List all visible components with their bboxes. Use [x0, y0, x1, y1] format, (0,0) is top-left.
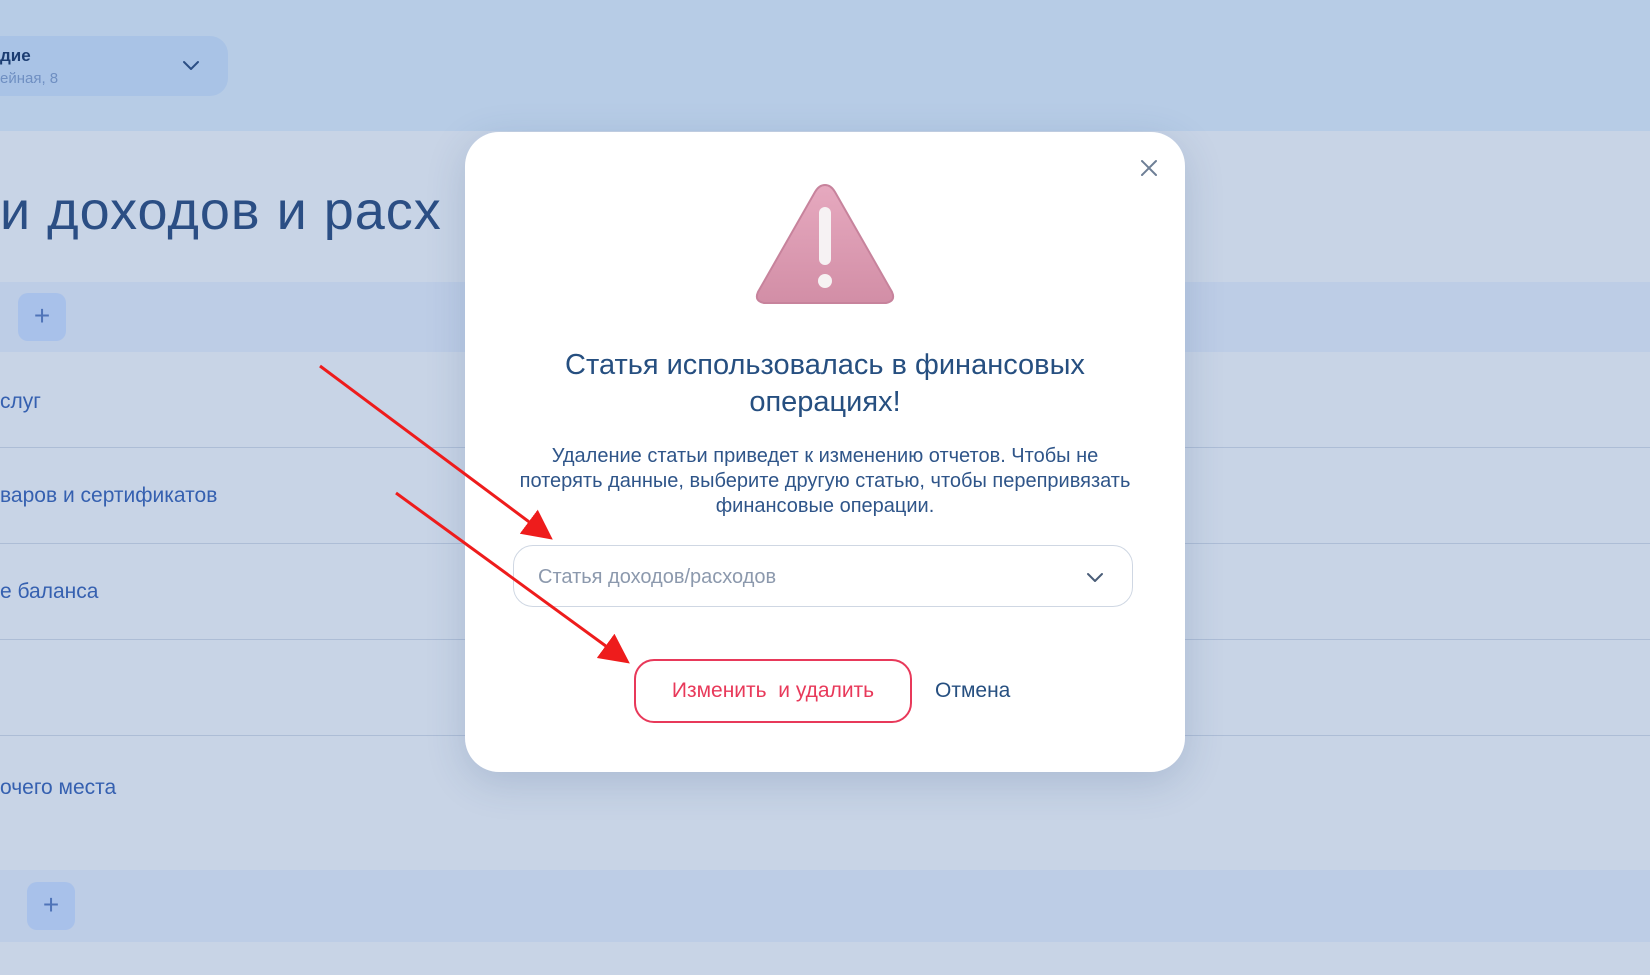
section-header-band: [0, 870, 1650, 942]
add-item-button[interactable]: +: [27, 882, 75, 930]
salon-selector[interactable]: дие ейная, 8: [0, 36, 228, 96]
chevron-down-icon: [183, 61, 199, 70]
warning-triangle-icon: [755, 183, 895, 304]
dialog-title: Статья использовалась в финансовых опера…: [565, 349, 1085, 418]
chevron-down-icon: [1087, 573, 1103, 582]
salon-address: ейная, 8: [0, 70, 59, 87]
article-select-placeholder: Статья доходов/расходов: [538, 566, 777, 588]
close-icon[interactable]: [1135, 154, 1163, 182]
dialog-description: Удаление статьи приведет к изменению отч…: [519, 445, 1131, 517]
delete-article-dialog: Статья использовалась в финансовых опера…: [465, 132, 1185, 772]
list-item-label: очего места: [0, 776, 117, 799]
change-and-delete-button[interactable]: Изменить и удалить: [634, 659, 912, 723]
list-item-label: слуг: [0, 390, 41, 413]
list-item-label: варов и сертификатов: [0, 484, 218, 507]
page-title: и доходов и расх: [0, 181, 442, 241]
article-select[interactable]: Статья доходов/расходов: [513, 545, 1133, 607]
cancel-button[interactable]: Отмена: [925, 659, 1020, 723]
top-bar: дие ейная, 8: [0, 0, 1650, 131]
add-item-button[interactable]: +: [18, 293, 66, 341]
salon-name: дие: [0, 46, 31, 65]
list-item-label: е баланса: [0, 580, 99, 603]
